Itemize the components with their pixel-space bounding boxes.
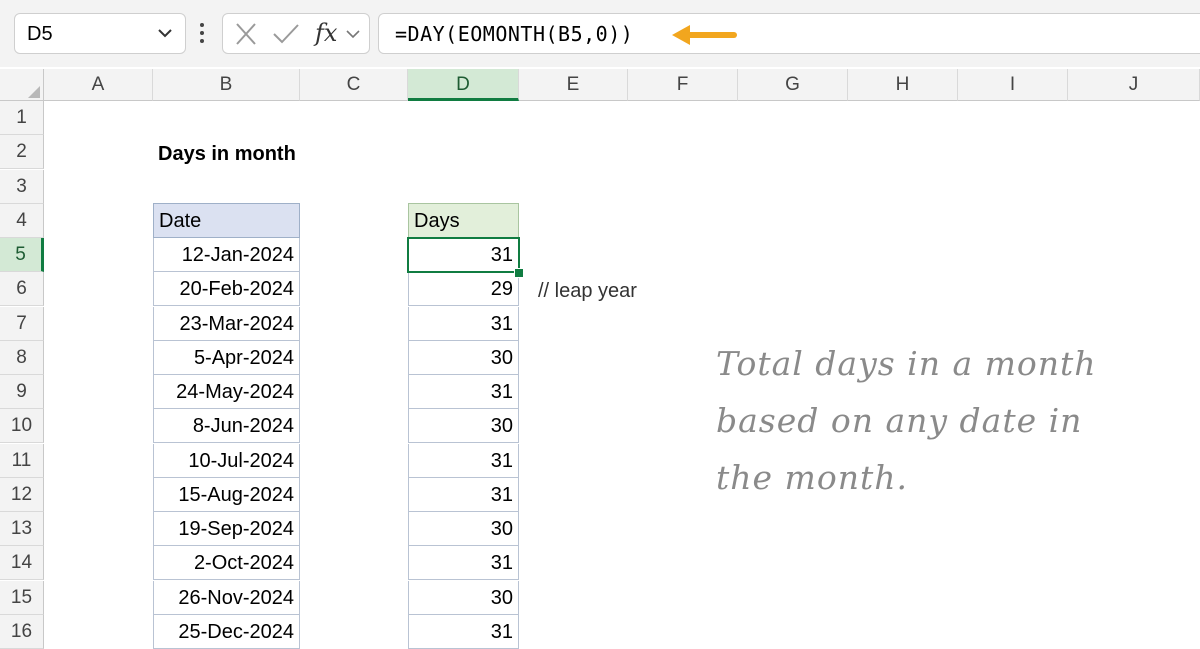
active-cell-border [407, 237, 520, 273]
formula-input[interactable]: =DAY(EOMONTH(B5,0)) [378, 13, 1200, 54]
row-header-11[interactable]: 11 [0, 443, 44, 478]
enter-icon[interactable] [271, 22, 301, 46]
arrow-left-icon [672, 25, 737, 45]
date-cell[interactable]: 15-Aug-2024 [153, 477, 300, 512]
date-column-header[interactable]: Date [153, 203, 300, 238]
row-header-10[interactable]: 10 [0, 409, 44, 444]
row-header-9[interactable]: 9 [0, 375, 44, 409]
name-box[interactable]: D5 [14, 13, 186, 54]
row-header-16[interactable]: 16 [0, 614, 44, 649]
days-cell[interactable]: 30 [408, 512, 519, 546]
more-options-icon[interactable] [196, 20, 208, 46]
chevron-down-icon[interactable] [345, 27, 361, 41]
annotation-line-1: Total days in a month [716, 344, 1097, 383]
column-header-j[interactable]: J [1068, 69, 1200, 101]
row-header-4[interactable]: 4 [0, 203, 44, 238]
column-header-f[interactable]: F [628, 69, 738, 101]
column-header-e[interactable]: E [519, 69, 628, 101]
row-header-6[interactable]: 6 [0, 272, 44, 307]
date-cell[interactable]: 20-Feb-2024 [153, 272, 300, 307]
row-header-15[interactable]: 15 [0, 580, 44, 615]
annotation-line-2: based on any date in [716, 401, 1083, 440]
days-cell[interactable]: 30 [408, 409, 519, 444]
formula-bar-area: D5 fx =DAY(EOMONTH(B5,0)) [0, 0, 1200, 67]
row-header-3[interactable]: 3 [0, 169, 44, 204]
date-cell[interactable]: 2-Oct-2024 [153, 546, 300, 581]
days-cell[interactable]: 31 [408, 306, 519, 341]
date-cell[interactable]: 12-Jan-2024 [153, 238, 300, 272]
days-cell[interactable]: 30 [408, 580, 519, 615]
row-header-14[interactable]: 14 [0, 546, 44, 581]
column-header-d[interactable]: D [408, 69, 519, 101]
days-cell[interactable]: 31 [408, 443, 519, 478]
date-cell[interactable]: 26-Nov-2024 [153, 580, 300, 615]
row-header-2[interactable]: 2 [0, 135, 44, 170]
row-header-8[interactable]: 8 [0, 340, 44, 375]
days-cell[interactable]: 31 [408, 546, 519, 581]
days-column-header[interactable]: Days [408, 203, 519, 238]
column-header-h[interactable]: H [848, 69, 958, 101]
date-cell[interactable]: 23-Mar-2024 [153, 306, 300, 341]
column-header-b[interactable]: B [153, 69, 300, 101]
column-header-a[interactable]: A [44, 69, 153, 101]
days-cell[interactable]: 30 [408, 340, 519, 375]
fill-handle[interactable] [514, 268, 524, 278]
date-cell[interactable]: 10-Jul-2024 [153, 443, 300, 478]
annotation-line-3: the month. [716, 458, 908, 497]
row-header-7[interactable]: 7 [0, 306, 44, 341]
function-controls: fx [222, 13, 370, 54]
days-cell[interactable]: 31 [408, 477, 519, 512]
date-cell[interactable]: 5-Apr-2024 [153, 340, 300, 375]
date-cell[interactable]: 24-May-2024 [153, 375, 300, 409]
sheet-title[interactable]: Days in month [158, 137, 296, 171]
date-cell[interactable]: 25-Dec-2024 [153, 614, 300, 649]
cancel-icon[interactable] [233, 22, 259, 46]
days-cell[interactable]: 29 [408, 272, 519, 307]
select-all-triangle-icon [28, 86, 40, 98]
formula-text: =DAY(EOMONTH(B5,0)) [395, 22, 634, 46]
column-header-g[interactable]: G [738, 69, 848, 101]
row-header-1[interactable]: 1 [0, 101, 44, 135]
column-header-c[interactable]: C [300, 69, 408, 101]
days-cell[interactable]: 31 [408, 375, 519, 409]
insert-function-button[interactable]: fx [315, 19, 337, 47]
date-cell[interactable]: 19-Sep-2024 [153, 512, 300, 546]
name-box-value: D5 [27, 23, 53, 45]
row-header-5[interactable]: 5 [0, 238, 44, 272]
days-cell[interactable]: 31 [408, 614, 519, 649]
row-header-12[interactable]: 12 [0, 477, 44, 512]
column-header-i[interactable]: I [958, 69, 1068, 101]
date-cell[interactable]: 8-Jun-2024 [153, 409, 300, 444]
row-header-13[interactable]: 13 [0, 512, 44, 546]
chevron-down-icon[interactable] [155, 22, 175, 44]
leap-year-note[interactable]: // leap year [538, 274, 637, 308]
